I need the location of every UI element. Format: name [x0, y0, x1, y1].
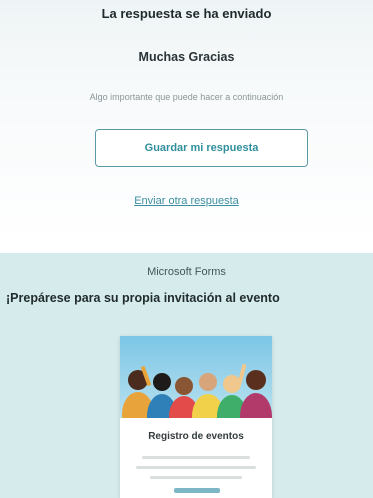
- confirmation-title: La respuesta se ha enviado: [101, 6, 272, 21]
- thanks-message: Muchas Gracias: [138, 50, 235, 64]
- next-step-hint: Algo importante que puede hacer a contin…: [89, 92, 284, 102]
- submit-another-link[interactable]: Enviar otra respuesta: [0, 195, 373, 207]
- card-title: Registro de eventos: [148, 431, 244, 442]
- event-registration-card[interactable]: Registro de eventos: [120, 336, 272, 498]
- confirmation-panel: [0, 0, 373, 246]
- brand-label: Microsoft Forms: [147, 266, 226, 278]
- crowd-icon: [122, 363, 272, 439]
- save-response-button[interactable]: Guardar mi respuesta: [95, 129, 308, 167]
- promo-headline: ¡Prepárese para su propia invitación al …: [6, 291, 280, 305]
- people-illustration-icon: [120, 336, 272, 439]
- card-link[interactable]: [174, 488, 220, 493]
